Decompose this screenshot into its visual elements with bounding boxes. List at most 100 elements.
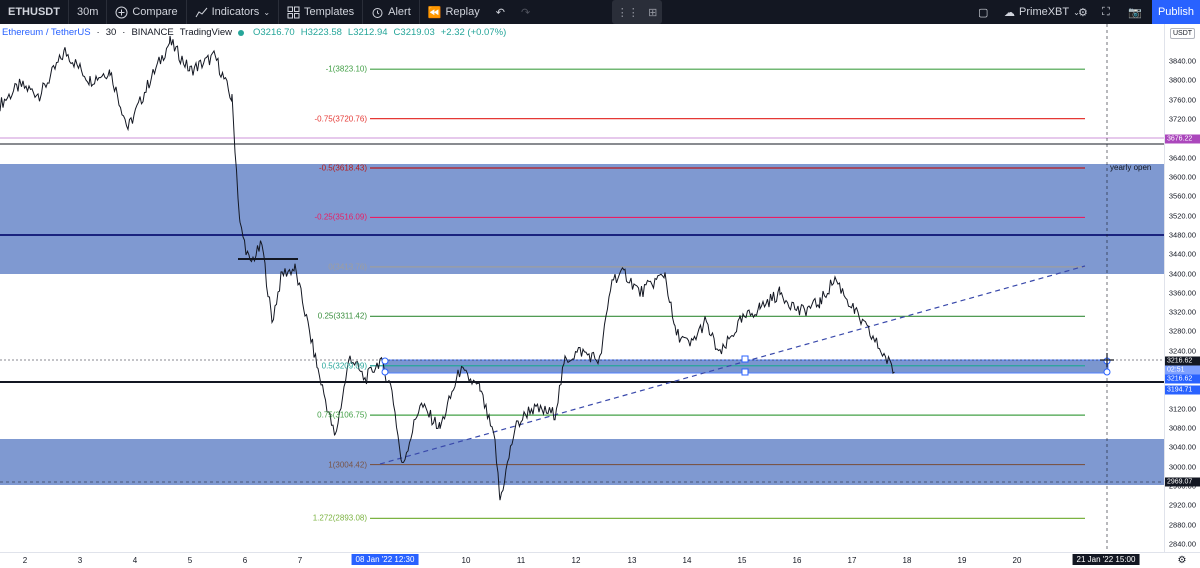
fullscreen-icon: ⛶ [1102,5,1110,18]
legend-separator: · [122,27,126,38]
symbol-search-button[interactable]: ETHUSDT [0,0,69,24]
time-tick: 7 [297,556,303,565]
settings-button[interactable]: ⚙ [1070,0,1096,24]
gear-icon: ⚙ [1078,6,1088,19]
snapshot-button[interactable]: 📷 [1120,0,1150,24]
chevron-down-icon: ⌄ [263,7,271,17]
fib-level-label: 1(3004.42) [328,460,367,470]
indicators-icon [195,6,208,19]
price-tick: 3520.00 [1168,211,1196,221]
price-tick: 3560.00 [1168,191,1196,201]
drag-handle[interactable] [381,357,389,365]
support-zone [0,439,1164,485]
templates-button[interactable]: Templates [279,0,364,24]
price-tick: 3360.00 [1168,288,1196,298]
layout-select-button[interactable]: ▢ [970,0,996,24]
drag-handle[interactable] [741,368,749,376]
time-tick: 16 [792,556,802,565]
currency-unit-button[interactable]: USDT [1170,28,1196,39]
price-tick: 2920.00 [1168,500,1196,510]
replay-label: Replay [445,6,480,18]
time-tick: 10 [461,556,471,565]
rewind-icon: ⏪ [427,6,442,19]
price-tick: 3120.00 [1168,404,1196,414]
fib-level-label: -0.25(3516.09) [314,212,367,222]
price-tick: 3600.00 [1168,172,1196,182]
gear-icon: ⚙ [1177,555,1187,566]
legend-pair[interactable]: Ethereum / TetherUS [2,27,91,38]
top-toolbar: ETHUSDT 30m Compare Indicators ⌄ Templat… [0,0,1200,24]
legend-close: C3219.03 [393,27,435,38]
resistance-zone [0,164,1164,274]
drag-handle[interactable] [1103,368,1111,376]
templates-label: Templates [304,6,355,18]
fib-level-label: 1.272(2893.08) [312,513,367,523]
time-tick: 13 [627,556,637,565]
time-axis[interactable]: 23456791011121314151617181920 08 Jan '22… [0,552,1164,568]
cloud-icon: ☁ [1004,6,1015,19]
time-tick: 18 [902,556,912,565]
low-line-price-label: 2969.07 [1165,477,1200,487]
price-tick: 3760.00 [1168,95,1196,105]
legend-exchange: BINANCE [131,27,174,38]
compare-button[interactable]: Compare [107,0,187,24]
broker-label: PrimeXBT [1019,6,1070,18]
indicators-button[interactable]: Indicators ⌄ [187,0,280,24]
axis-settings-button[interactable]: ⚙ [1164,552,1200,568]
fib-level-label: -1(3823.10) [325,64,367,74]
alert-label: Alert [388,6,411,18]
legend-low: L3212.94 [347,27,388,38]
price-tick: 3280.00 [1168,326,1196,336]
drag-handle[interactable] [381,368,389,376]
undo-icon: ↶ [495,6,505,19]
legend-interval: 30 [105,27,117,38]
price-tick: 3000.00 [1168,462,1196,472]
redo-button[interactable]: ↷ [513,0,538,24]
time-tick: 4 [132,556,138,565]
fullscreen-button[interactable]: ⛶ [1094,0,1118,24]
alert-button[interactable]: Alert [363,0,420,24]
camera-icon: 📷 [1128,6,1142,19]
countdown-label: 02:51 [1165,365,1200,375]
price-tick: 3040.00 [1168,442,1196,452]
fib-level-label: -0.5(3618.43) [318,163,367,173]
legend-source: TradingView [179,27,232,38]
selected-start-time: 08 Jan '22 12:30 [351,554,419,565]
price-tick: 3640.00 [1168,153,1196,163]
legend-high: H3223.58 [300,27,342,38]
price-label: 3216.62 [1165,374,1200,384]
price-tick: 2840.00 [1168,539,1196,549]
fib-level-label: 0.75(3106.75) [317,410,367,420]
time-tick: 12 [571,556,581,565]
symbol-legend: Ethereum / TetherUS · 30 · BINANCE Tradi… [2,27,506,38]
time-tick: 19 [957,556,967,565]
alarm-clock-icon [371,6,384,19]
drag-handle[interactable] [741,355,749,363]
symbol-label: ETHUSDT [8,6,60,18]
price-tick: 3320.00 [1168,307,1196,317]
time-tick: 20 [1012,556,1022,565]
price-tick: 2880.00 [1168,520,1196,530]
drag-handle-icon: ⋮⋮ [616,6,639,19]
price-tick: 3480.00 [1168,230,1196,240]
fib-level-label: -0.75(3720.76) [314,114,367,124]
time-tick: 14 [682,556,692,565]
time-tick: 11 [516,556,526,565]
price-axis[interactable]: 3840.003800.003760.003720.003680.003640.… [1164,24,1200,552]
floating-toolbar-handle[interactable]: ⋮⋮ ⊞ [612,0,662,24]
time-tick: 2 [22,556,28,565]
legend-change: +2.32 (+0.07%) [440,27,507,38]
time-tick: 3 [77,556,83,565]
selected-end-time: 21 Jan '22 15:00 [1072,554,1140,565]
replay-button[interactable]: ⏪ Replay [420,0,488,24]
chart-canvas[interactable] [0,24,1164,552]
price-tick: 3840.00 [1168,56,1196,66]
undo-button[interactable]: ↶ [488,0,513,24]
publish-button[interactable]: Publish [1152,0,1200,24]
publish-label: Publish [1157,6,1195,18]
legend-separator: · [96,27,100,38]
chart-pane[interactable]: -1(3823.10) -0.75(3720.76) -0.5(3618.43) -0… [0,24,1164,552]
time-tick: 6 [242,556,248,565]
yearly-open-annotation: yearly open [1110,163,1152,172]
interval-button[interactable]: 30m [69,0,108,24]
